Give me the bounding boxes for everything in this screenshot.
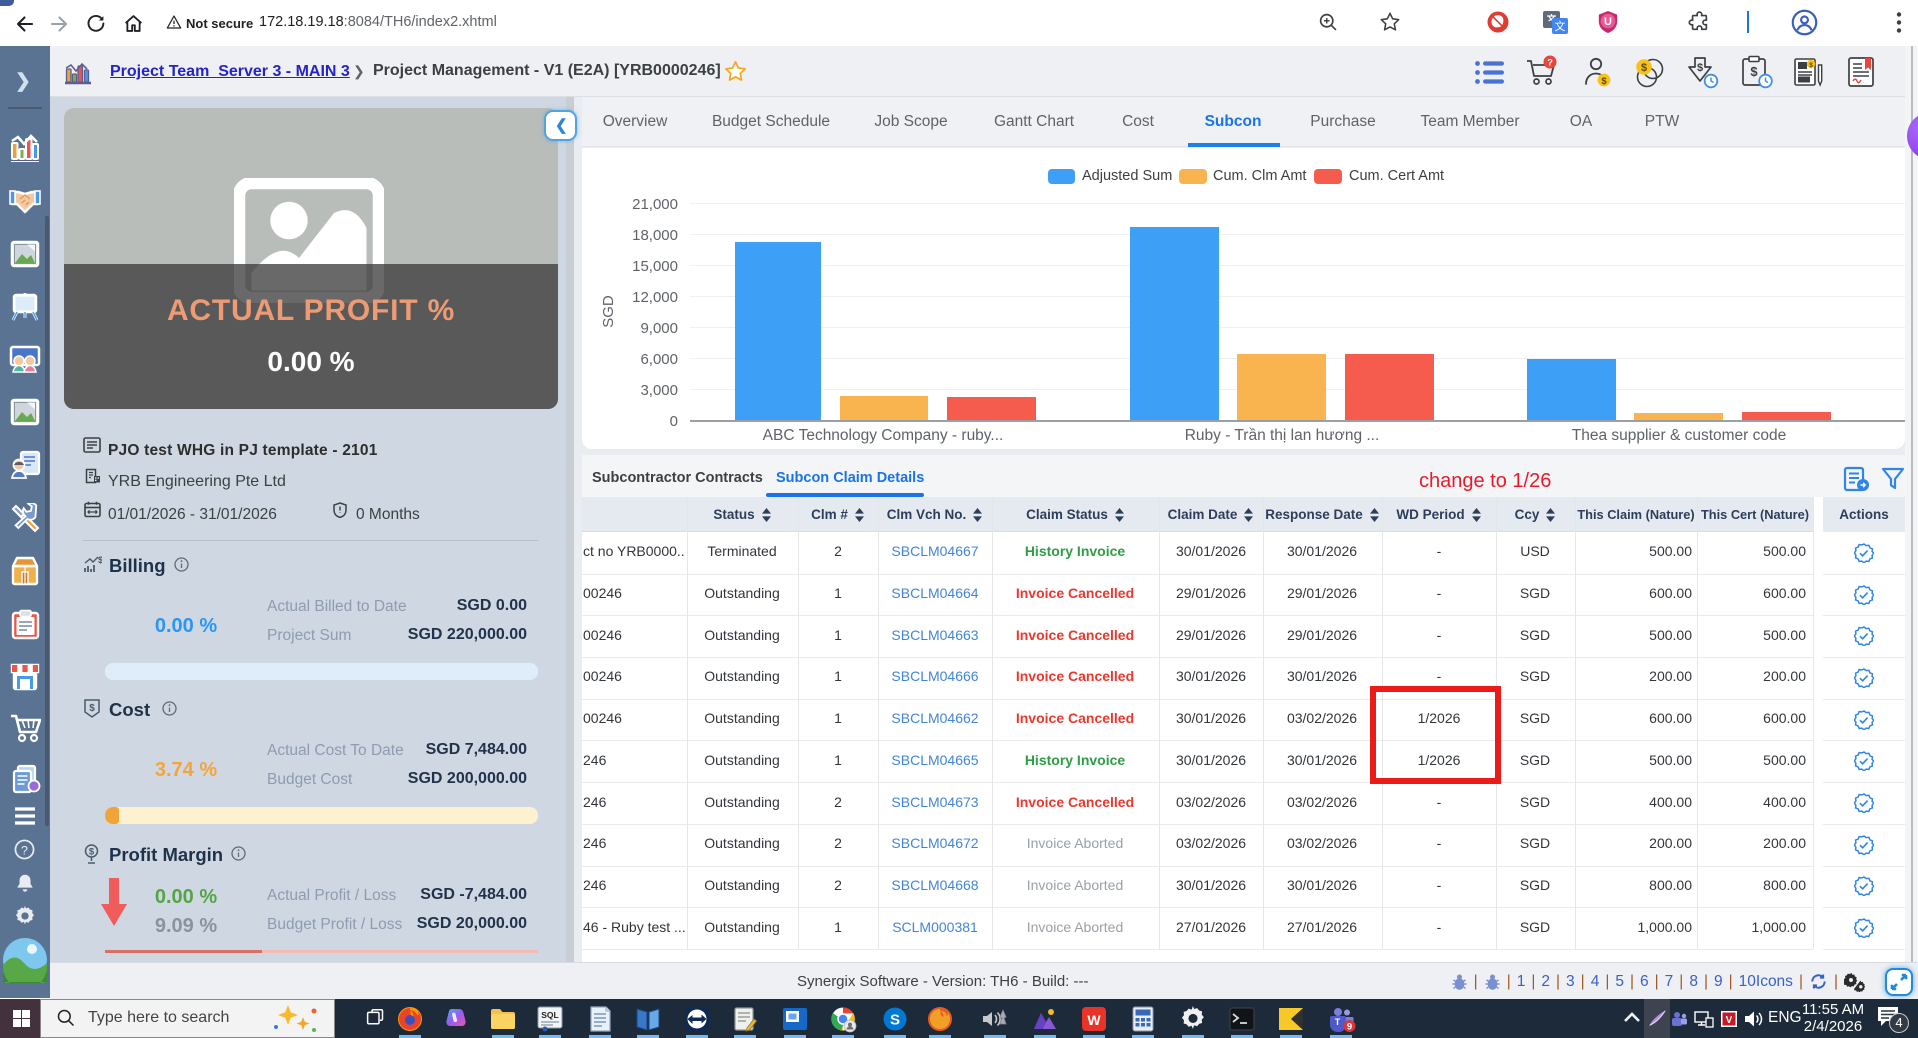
svg-text:$: $ [89, 847, 95, 858]
svg-text:SQL: SQL [541, 1010, 558, 1020]
svg-text:$: $ [1809, 62, 1813, 69]
svg-text:9: 9 [1347, 1022, 1352, 1033]
svg-text:$: $ [1697, 62, 1703, 74]
svg-text:$: $ [98, 555, 102, 565]
svg-text:?: ? [1547, 57, 1553, 68]
svg-text:V: V [1726, 1015, 1733, 1026]
svg-text:$: $ [1601, 76, 1607, 87]
svg-text:U: U [1604, 16, 1612, 28]
svg-text:文: 文 [1555, 19, 1566, 33]
svg-text:$: $ [1750, 64, 1758, 79]
svg-text:T: T [1335, 1017, 1341, 1027]
svg-text:?: ? [21, 843, 28, 857]
svg-text:S: S [890, 1012, 900, 1029]
svg-text:W: W [1087, 1012, 1101, 1028]
svg-text:$: $ [89, 703, 95, 714]
svg-text:$: $ [1641, 62, 1647, 74]
